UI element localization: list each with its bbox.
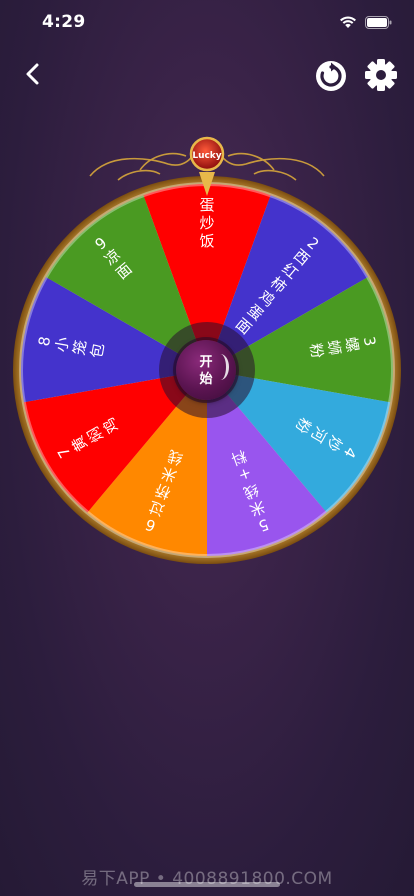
status-bar: 4:29: [0, 0, 414, 46]
lucky-badge-text: Lucky: [192, 151, 221, 161]
home-indicator: [134, 882, 280, 887]
back-button[interactable]: [18, 58, 50, 90]
battery-icon: [365, 14, 392, 33]
wheel-segment-label: 蛋炒饭: [199, 196, 214, 250]
settings-button[interactable]: [362, 56, 400, 94]
gear-icon: [365, 59, 397, 91]
status-icons: [339, 14, 392, 33]
wifi-icon: [339, 14, 357, 33]
prize-wheel: 蛋炒饭 2西红柿鸡蛋面 3螺蛳粉 4炒河粉 5米线+料 6过桥米线 7黄焖鸡 8小笼包 9凉面 …: [0, 130, 414, 570]
start-button[interactable]: 开 始: [176, 340, 236, 400]
chevron-left-icon: [26, 63, 39, 85]
status-time: 4:29: [42, 12, 86, 32]
rotate-icon: [316, 61, 346, 91]
reset-button[interactable]: [312, 56, 350, 94]
nav-bar: [0, 52, 414, 100]
start-shine: [212, 354, 229, 380]
